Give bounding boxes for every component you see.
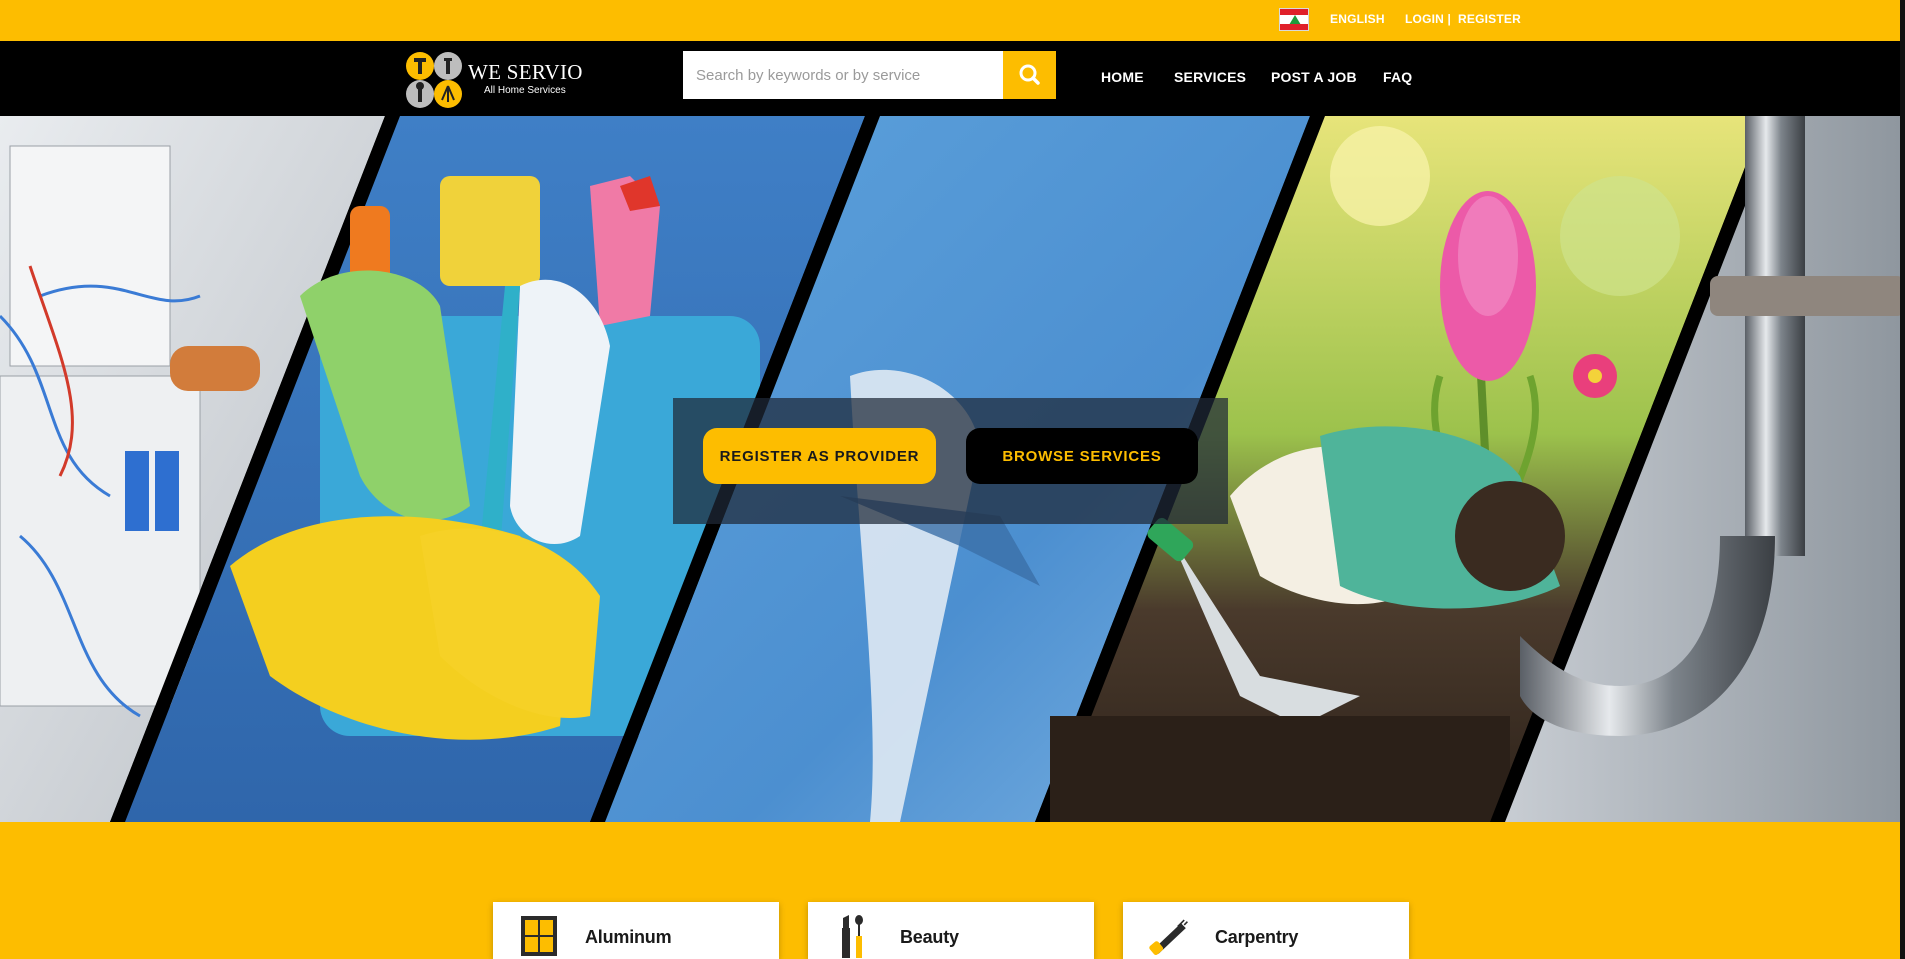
login-link[interactable]: LOGIN | xyxy=(1405,12,1451,26)
search-bar xyxy=(683,51,1056,99)
hero-banner: REGISTER AS PROVIDER BROWSE SERVICES xyxy=(0,116,1905,822)
register-as-provider-button[interactable]: REGISTER AS PROVIDER xyxy=(703,428,936,484)
language-selector[interactable]: ENGLISH xyxy=(1330,12,1385,26)
category-label: Carpentry xyxy=(1215,927,1299,947)
main-navbar: WE SERVIO All Home Services HOME SERVICE… xyxy=(0,41,1905,116)
category-card-beauty[interactable]: Beauty xyxy=(808,902,1094,959)
category-label: Aluminum xyxy=(585,927,672,947)
logo-tools-icon xyxy=(406,52,462,108)
window-edge xyxy=(1900,0,1905,959)
nav-home[interactable]: HOME xyxy=(1101,69,1144,85)
beauty-cosmetics-icon xyxy=(842,915,863,958)
nav-services[interactable]: SERVICES xyxy=(1174,69,1246,85)
top-bar: ENGLISH LOGIN | REGISTER xyxy=(0,0,1905,41)
browse-services-button[interactable]: BROWSE SERVICES xyxy=(966,428,1198,484)
search-input[interactable] xyxy=(683,51,1004,99)
site-logo[interactable]: WE SERVIO All Home Services xyxy=(404,50,604,110)
aluminum-window-icon xyxy=(521,916,557,956)
saw-icon xyxy=(1149,919,1188,956)
category-label: Beauty xyxy=(900,927,959,947)
logo-subtitle: All Home Services xyxy=(484,85,566,96)
category-card-carpentry[interactable]: Carpentry xyxy=(1123,902,1409,959)
search-button[interactable] xyxy=(1003,51,1056,99)
category-card-aluminum[interactable]: Aluminum xyxy=(493,902,779,959)
nav-faq[interactable]: FAQ xyxy=(1383,69,1412,85)
register-link[interactable]: REGISTER xyxy=(1458,12,1521,26)
nav-post-a-job[interactable]: POST A JOB xyxy=(1271,69,1357,85)
logo-title: WE SERVIO xyxy=(468,60,583,84)
search-icon xyxy=(1019,64,1040,85)
lebanon-flag-icon[interactable] xyxy=(1279,8,1309,31)
